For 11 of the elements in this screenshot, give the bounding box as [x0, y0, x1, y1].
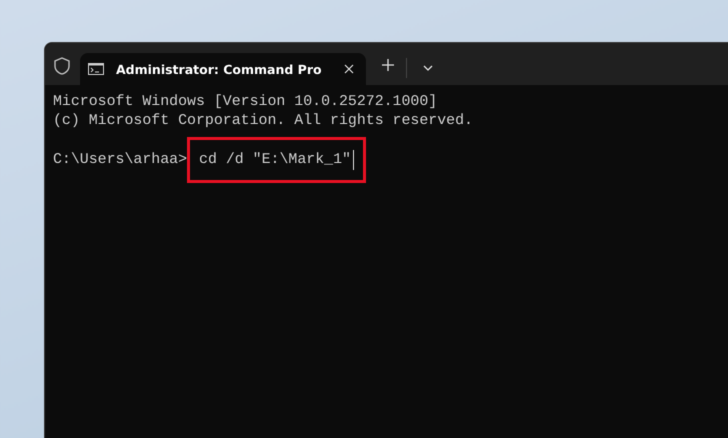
- close-icon[interactable]: [344, 64, 354, 74]
- output-line: (c) Microsoft Corporation. All rights reserved.: [53, 112, 474, 131]
- plus-icon[interactable]: [382, 59, 394, 71]
- tab[interactable]: Administrator: Command Pro: [80, 53, 366, 85]
- shield-icon: [54, 57, 70, 75]
- tab-title: Administrator: Command Pro: [116, 62, 322, 76]
- terminal-icon: [88, 63, 104, 75]
- command-text: cd /d "E:\Mark_1": [199, 150, 351, 170]
- chevron-down-icon[interactable]: [422, 65, 433, 71]
- output-line: Microsoft Windows [Version 10.0.25272.1000]: [53, 93, 438, 112]
- prompt: C:\Users\arhaa>: [53, 150, 188, 170]
